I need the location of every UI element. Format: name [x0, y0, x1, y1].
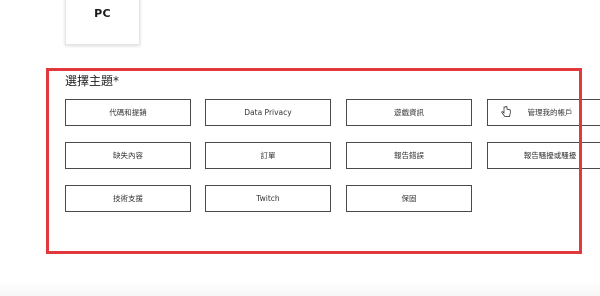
topic-button-label: 管理我的帳戶	[527, 108, 573, 117]
topic-button-codes-and-promotions[interactable]: 代碼和提銷	[65, 99, 191, 126]
topic-button-game-info[interactable]: 遊戲資訊	[346, 99, 472, 126]
topic-button-label: 訂單	[260, 151, 276, 160]
topic-button-tech-support[interactable]: 技術支援	[65, 185, 191, 212]
topic-button-label: 報告騷擾或騷擾	[523, 151, 577, 160]
topic-button-manage-account[interactable]: 管理我的帳戶	[487, 99, 600, 126]
topic-button-twitch[interactable]: Twitch	[205, 185, 331, 212]
hand-cursor-icon	[501, 106, 511, 117]
topic-button-missing-content[interactable]: 缺失內容	[65, 142, 191, 169]
topic-button-label: 報告錯誤	[394, 151, 424, 160]
topic-button-orders[interactable]: 訂單	[205, 142, 331, 169]
topic-button-label: Twitch	[256, 194, 280, 203]
topic-button-report-harassment[interactable]: 報告騷擾或騷擾	[487, 142, 600, 169]
platform-card-label: PC	[94, 7, 111, 20]
topic-button-label: 代碼和提銷	[109, 108, 147, 117]
topic-button-report-error[interactable]: 報告錯誤	[346, 142, 472, 169]
topic-section-title: 選擇主題*	[65, 74, 120, 88]
topic-button-warranty[interactable]: 保固	[346, 185, 472, 212]
topic-button-label: 技術支援	[113, 194, 143, 203]
platform-card-pc[interactable]: PC	[65, 0, 140, 45]
topic-button-label: 保固	[401, 194, 417, 203]
page-bottom-divider	[0, 282, 600, 296]
topic-button-label: 遊戲資訊	[394, 108, 424, 117]
topic-button-label: 缺失內容	[113, 151, 143, 160]
topic-button-label: Data Privacy	[244, 108, 292, 117]
xbox-logo-icon	[92, 0, 114, 2]
topic-button-data-privacy[interactable]: Data Privacy	[205, 99, 331, 126]
